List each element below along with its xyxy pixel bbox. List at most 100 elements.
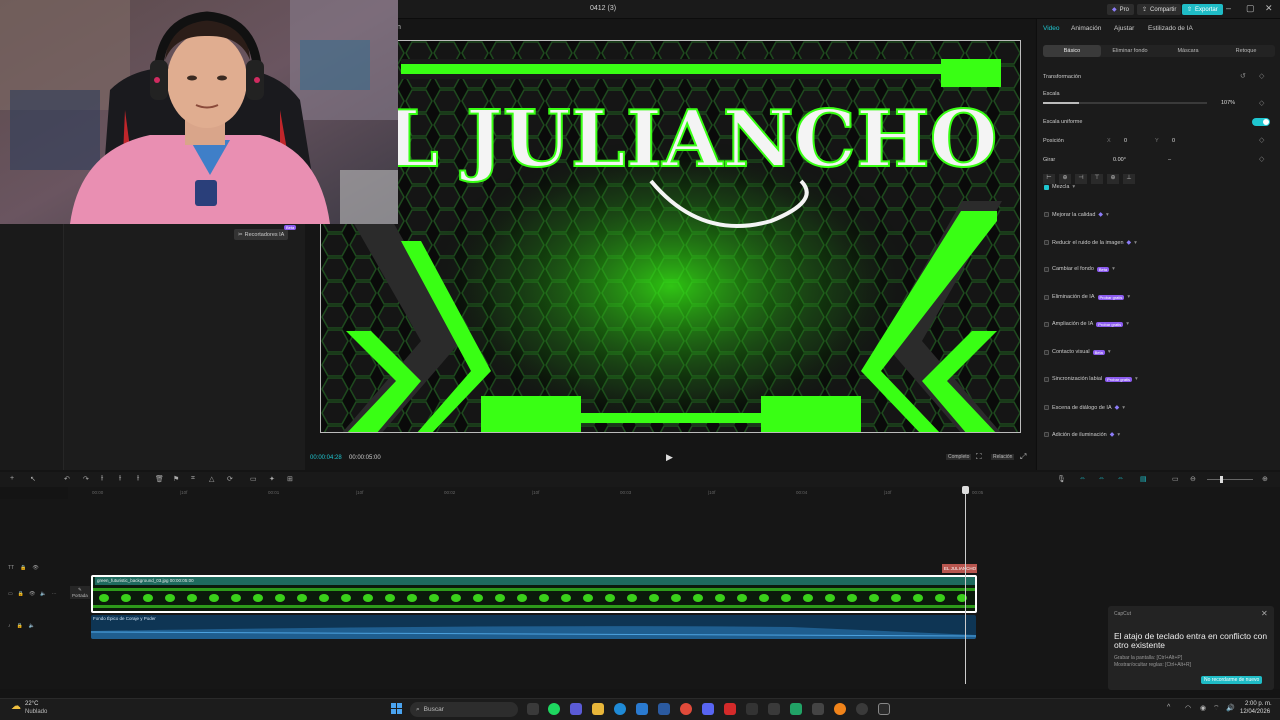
- close-icon[interactable]: ✕: [1261, 609, 1268, 618]
- settings-icon[interactable]: [636, 703, 648, 715]
- subtab-retouch[interactable]: Retoque: [1217, 45, 1275, 57]
- option-row[interactable]: Adición de iluminación ◆ ▾: [1044, 431, 1120, 438]
- option-checkbox[interactable]: [1044, 294, 1049, 300]
- folder-icon[interactable]: [592, 703, 604, 715]
- option-row[interactable]: Eliminación de IA Probar gratis ▾: [1044, 294, 1130, 300]
- magic-icon[interactable]: ✦: [269, 475, 275, 483]
- undo-icon[interactable]: ↶: [64, 475, 70, 483]
- scale-slider-track[interactable]: [1043, 102, 1207, 104]
- weather-desc[interactable]: Nublado: [25, 709, 47, 715]
- chevron-down-icon[interactable]: ▾: [1108, 349, 1111, 355]
- network-icon[interactable]: ◠: [1185, 704, 1191, 712]
- eye-icon[interactable]: 👁: [29, 591, 35, 597]
- option-checkbox[interactable]: [1044, 321, 1049, 327]
- delete-icon[interactable]: 🗑: [155, 475, 164, 483]
- close-icon[interactable]: ✕: [1265, 3, 1273, 14]
- add-icon[interactable]: +: [10, 475, 14, 482]
- preview-axis-icon[interactable]: ⇔: [1117, 475, 1124, 482]
- share-button[interactable]: ⇪ Compartir: [1137, 4, 1182, 15]
- align-right-icon[interactable]: ⊣: [1075, 174, 1087, 184]
- subtab-remove-bg[interactable]: Eliminar fondo: [1101, 45, 1159, 57]
- fullscreen-mode-button[interactable]: Completo: [946, 454, 972, 460]
- more-icon[interactable]: ⋯: [52, 591, 57, 597]
- mic-icon[interactable]: 🎙: [1057, 475, 1066, 483]
- option-row[interactable]: Sincronización labial Probar gratis ▾: [1044, 376, 1138, 382]
- playhead[interactable]: [965, 488, 966, 684]
- option-checkbox[interactable]: [1044, 240, 1049, 245]
- crop-icon[interactable]: ⌗: [191, 475, 195, 483]
- split-right-icon[interactable]: ⫲: [137, 475, 139, 483]
- export-button[interactable]: ⇧ Exportar: [1182, 4, 1223, 15]
- app-icon[interactable]: [570, 703, 582, 715]
- split-left-icon[interactable]: ⫲: [119, 475, 121, 483]
- align-left-icon[interactable]: ⊢: [1043, 174, 1055, 184]
- chevron-down-icon[interactable]: ▾: [1106, 212, 1109, 218]
- option-checkbox[interactable]: [1044, 405, 1049, 410]
- task-view-icon[interactable]: [527, 703, 539, 715]
- split-icon[interactable]: ⫲: [101, 475, 103, 483]
- option-checkbox[interactable]: [1044, 376, 1049, 382]
- chevron-down-icon[interactable]: ▾: [1127, 294, 1130, 300]
- option-checkbox[interactable]: [1044, 432, 1049, 437]
- ai-cutters-button[interactable]: ✂ Recortadores IA: [234, 229, 289, 240]
- chevron-down-icon[interactable]: ▾: [1122, 405, 1125, 411]
- capcut-active-icon[interactable]: [878, 703, 890, 715]
- taskbar-search[interactable]: ⌕ Buscar: [410, 702, 518, 717]
- rotate-icon[interactable]: ⟳: [227, 475, 233, 483]
- align-center-icon[interactable]: ⊕: [1059, 174, 1071, 184]
- tab-video[interactable]: Video: [1043, 25, 1060, 32]
- keyframe-icon[interactable]: ◇: [1259, 72, 1264, 80]
- preview-canvas[interactable]: EL JULIANCHO: [320, 40, 1021, 433]
- clock-date[interactable]: 12/04/2026: [1240, 709, 1270, 715]
- zoom-in-icon[interactable]: ⊕: [1262, 475, 1268, 483]
- rotate-value[interactable]: 0.00°: [1113, 157, 1126, 163]
- uniform-scale-toggle[interactable]: [1252, 118, 1270, 126]
- obs-icon[interactable]: [856, 703, 868, 715]
- reset-icon[interactable]: ↺: [1240, 72, 1246, 80]
- discord-icon[interactable]: [702, 703, 714, 715]
- freeze-icon[interactable]: ▭: [250, 475, 257, 483]
- start-icon[interactable]: [391, 703, 403, 715]
- spotify-icon[interactable]: [548, 703, 560, 715]
- tab-adjust[interactable]: Ajustar: [1114, 25, 1134, 32]
- option-row[interactable]: Escena de diálogo de IA ◆ ▾: [1044, 404, 1125, 411]
- option-checkbox[interactable]: [1044, 266, 1049, 272]
- keyframe-icon[interactable]: ◇: [1259, 99, 1264, 107]
- app-icon[interactable]: [768, 703, 780, 715]
- audio-clip[interactable]: Fondo Épico de Coraje y Poder: [91, 615, 976, 639]
- option-row[interactable]: Ampliación de IA Probar gratis ▾: [1044, 321, 1129, 327]
- subtab-basic[interactable]: Básico: [1043, 45, 1101, 57]
- rotate-dash[interactable]: –: [1168, 157, 1171, 163]
- option-checkbox[interactable]: [1044, 349, 1049, 355]
- align-middle-icon[interactable]: ⊕: [1107, 174, 1119, 184]
- text-clip[interactable]: EL JULIANCHO: [942, 564, 977, 573]
- scale-value[interactable]: 107%: [1221, 100, 1235, 106]
- wifi-icon[interactable]: ⌔: [1213, 704, 1220, 713]
- chevron-down-icon[interactable]: ▾: [1112, 266, 1115, 272]
- lock-icon[interactable]: 🔒: [17, 623, 23, 629]
- app-tray-icon[interactable]: ◉: [1200, 704, 1206, 712]
- option-row[interactable]: Cambiar el fondo Beta ▾: [1044, 266, 1115, 272]
- option-row[interactable]: Mezcla ▾: [1044, 184, 1075, 190]
- app-icon[interactable]: [724, 703, 736, 715]
- chevron-down-icon[interactable]: ▾: [1134, 240, 1137, 246]
- cover-button[interactable]: ✎ Portada: [70, 586, 90, 599]
- chevron-down-icon[interactable]: ▾: [1126, 321, 1129, 327]
- volume-icon[interactable]: 🔊: [1226, 704, 1235, 712]
- zoom-slider-handle[interactable]: [1220, 476, 1223, 483]
- snap-icon[interactable]: ⇔: [1098, 475, 1105, 482]
- maximize-icon[interactable]: ▢: [1246, 3, 1255, 14]
- keyframe-icon[interactable]: ◇: [1259, 155, 1264, 163]
- app-icon[interactable]: [812, 703, 824, 715]
- keyframe-icon[interactable]: ◇: [1259, 136, 1264, 144]
- chevron-down-icon[interactable]: ▾: [1072, 184, 1075, 190]
- aspect-ratio-button[interactable]: Relación: [991, 454, 1015, 460]
- chevron-down-icon[interactable]: ▾: [1135, 376, 1138, 382]
- option-row[interactable]: Mejorar la calidad ◆ ▾: [1044, 211, 1109, 218]
- playhead-handle[interactable]: [962, 486, 969, 494]
- pos-y-value[interactable]: 0: [1172, 138, 1175, 144]
- fit-icon[interactable]: ⛶: [976, 452, 982, 462]
- align-top-icon[interactable]: ⊤: [1091, 174, 1103, 184]
- app-icon[interactable]: [834, 703, 846, 715]
- marker-icon[interactable]: ⚑: [173, 475, 179, 483]
